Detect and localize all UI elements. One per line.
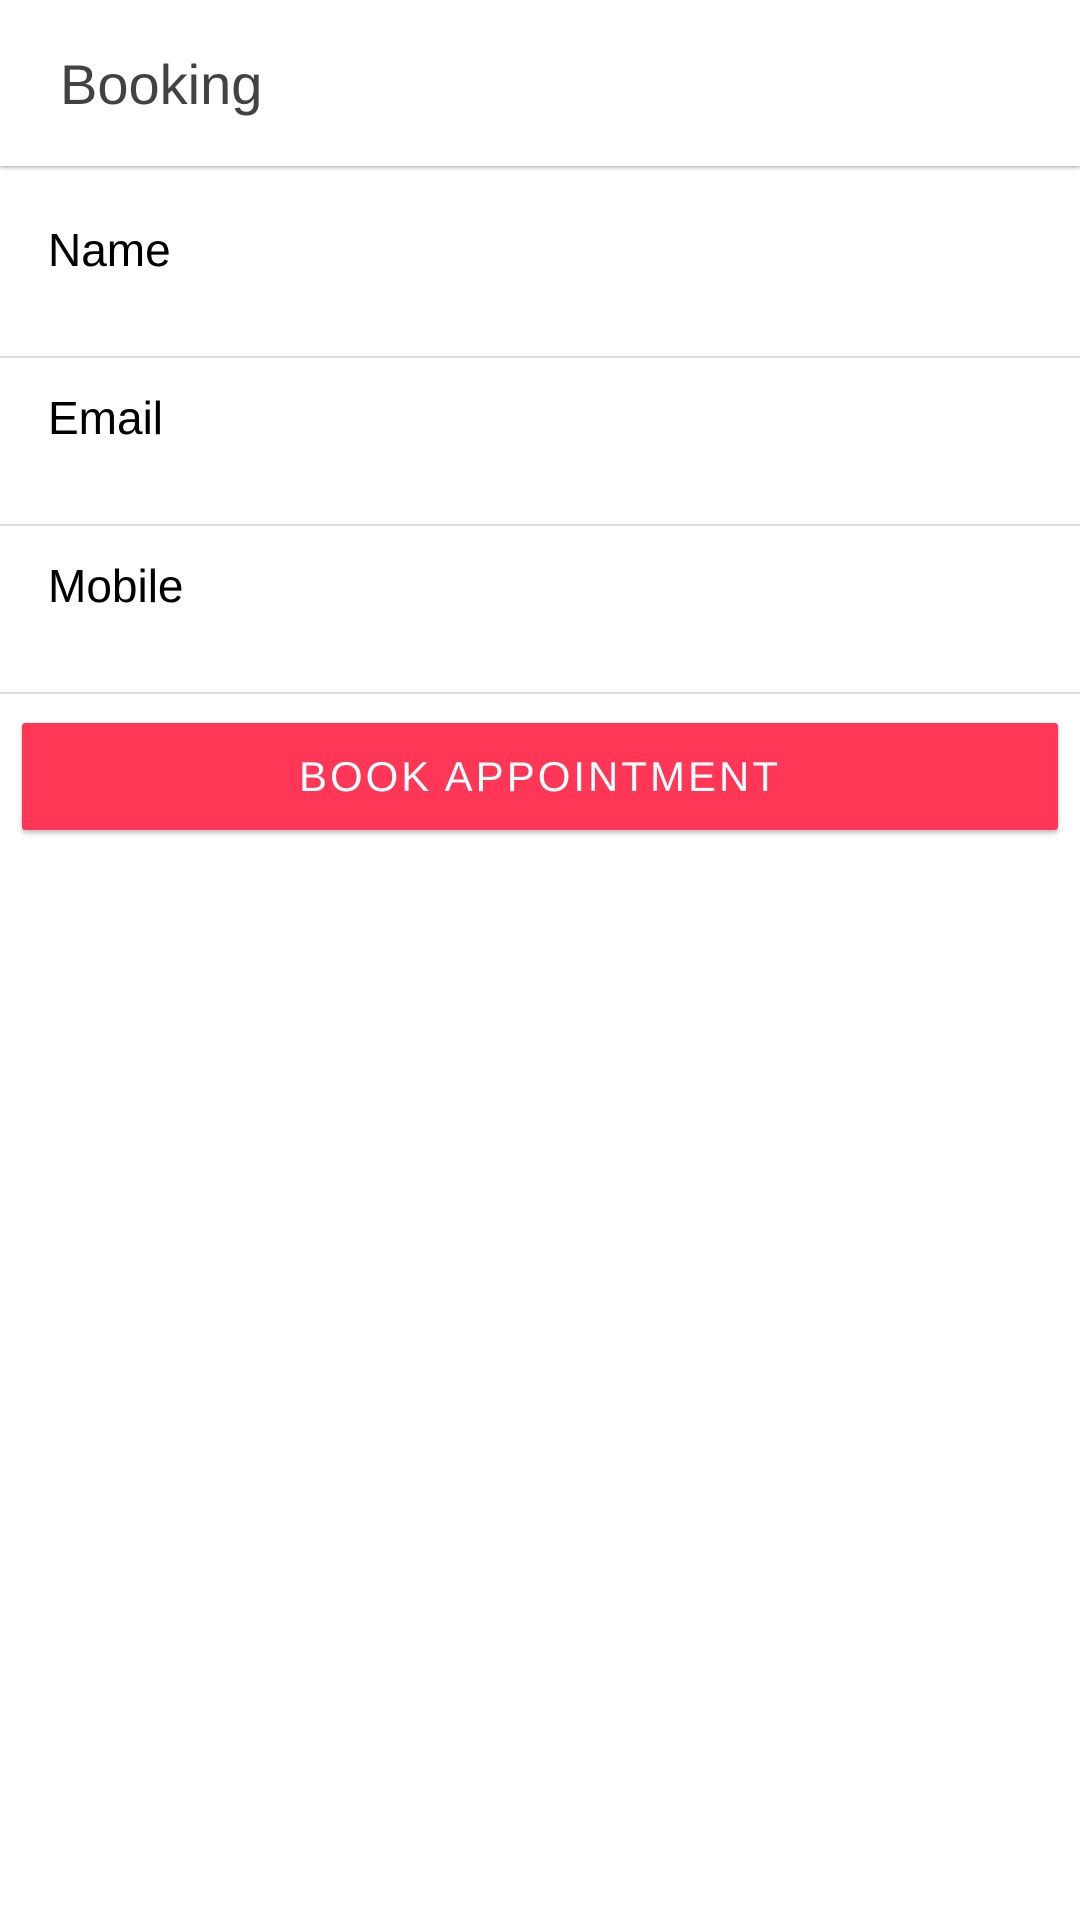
- app-bar: Booking: [0, 0, 1080, 166]
- page-title: Booking: [60, 53, 263, 116]
- booking-form: [0, 190, 1080, 694]
- name-field-row: [0, 190, 1080, 358]
- email-field-row: [0, 358, 1080, 526]
- mobile-input[interactable]: [48, 546, 1028, 626]
- book-appointment-button[interactable]: BOOK APPOINTMENT: [22, 723, 1058, 830]
- email-input[interactable]: [48, 378, 1028, 458]
- name-input[interactable]: [48, 210, 1028, 290]
- booking-screen: Booking BOOK APPOINTMENT: [0, 0, 1080, 1920]
- mobile-field-row: [0, 526, 1080, 694]
